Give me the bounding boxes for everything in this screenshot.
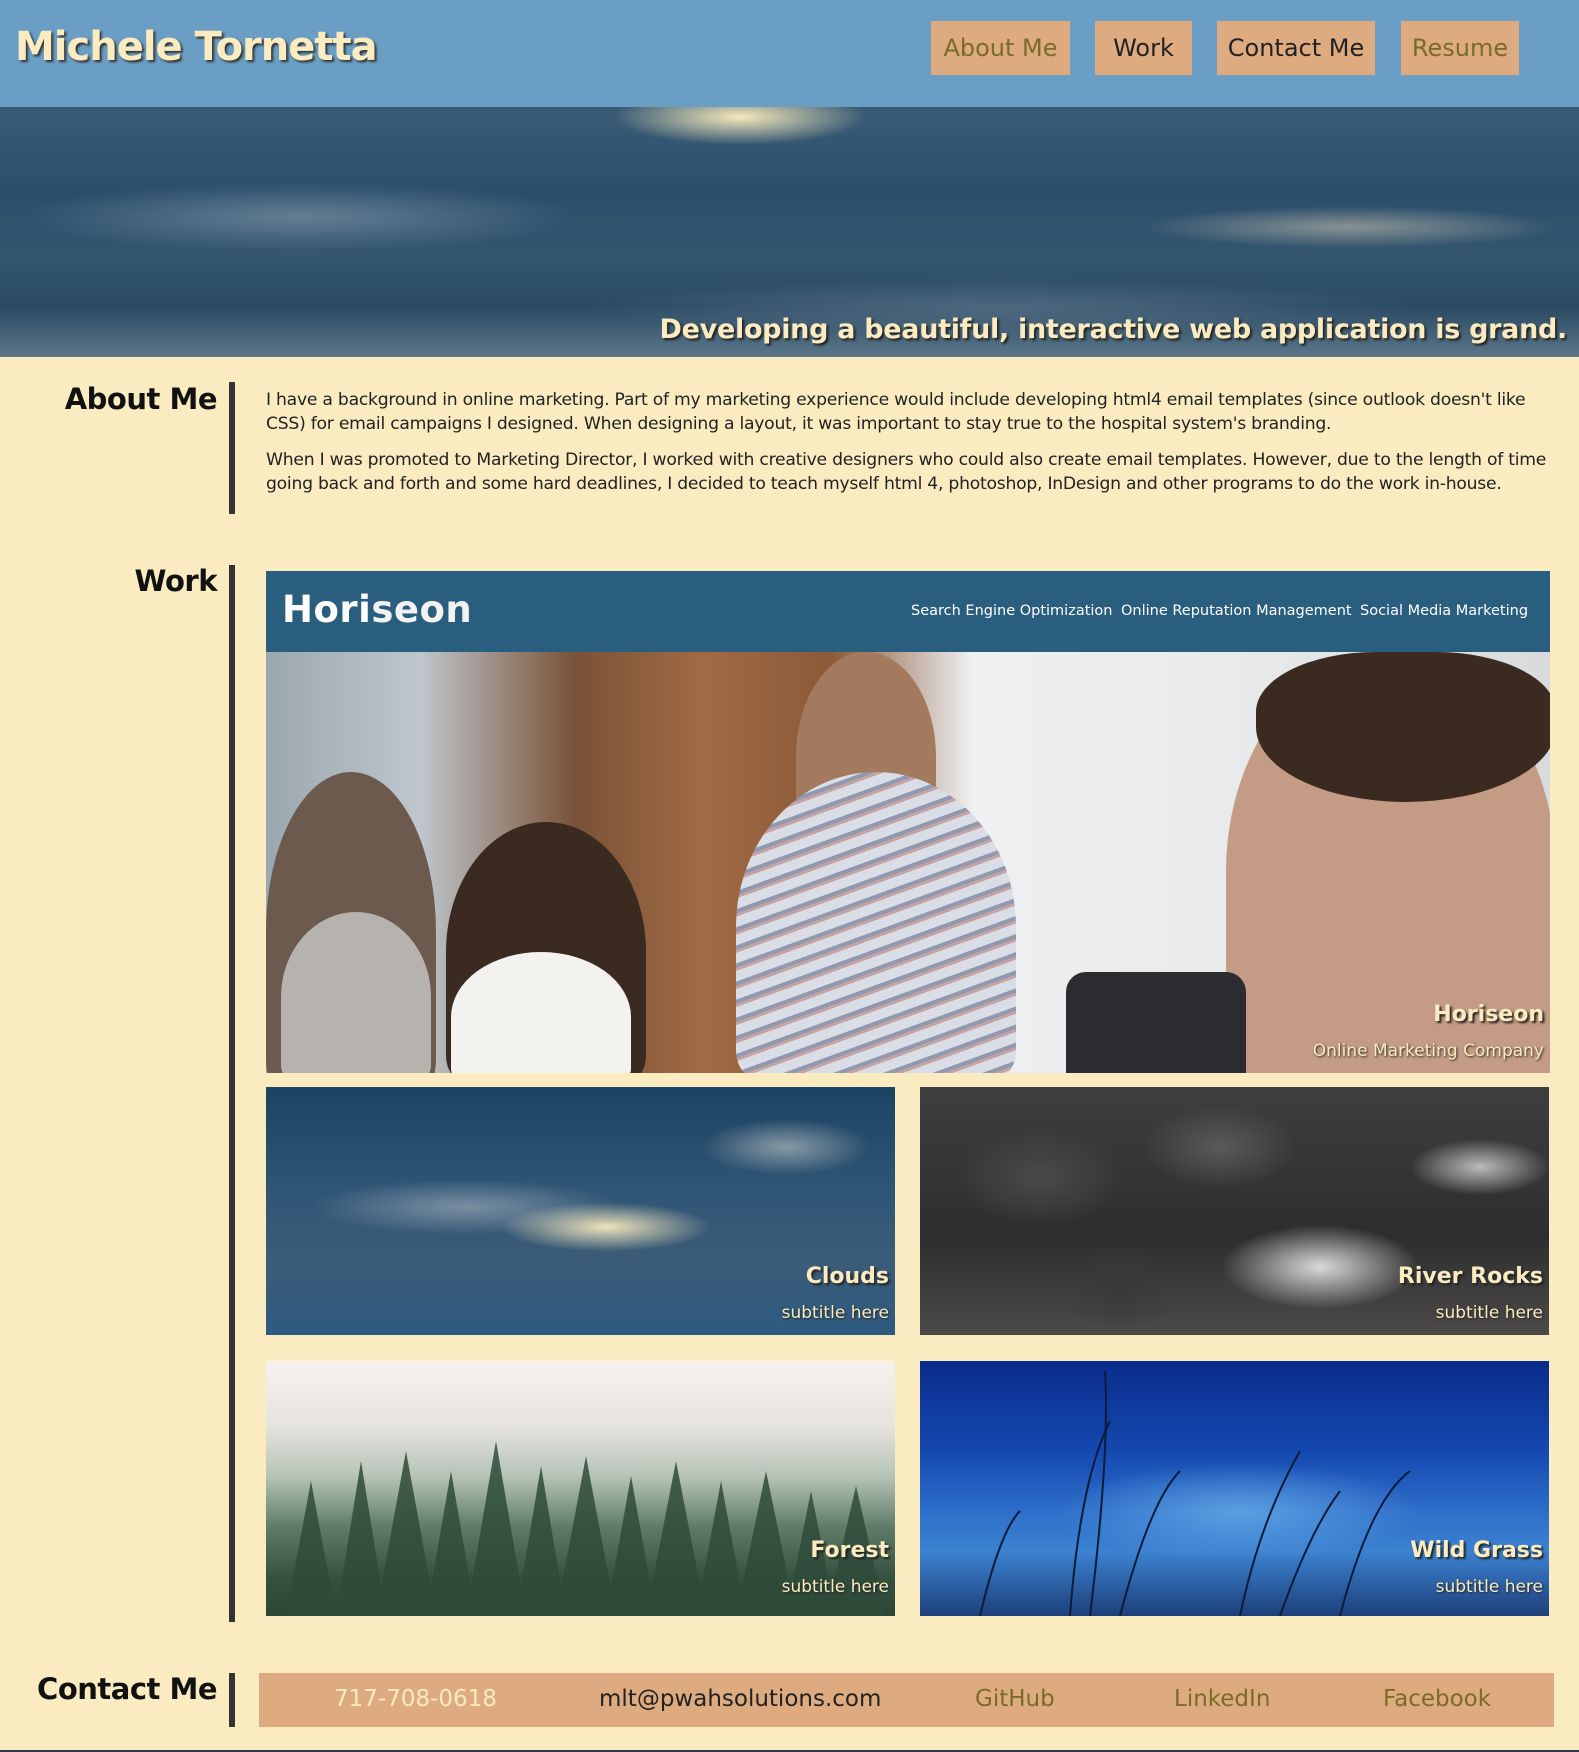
photo-person-4-hair <box>1256 652 1550 802</box>
horiseon-nav-reputation: Online Reputation Management <box>1121 603 1352 619</box>
work-tile-river-rocks[interactable]: River Rocks subtitle here <box>920 1087 1549 1335</box>
hero-tagline: Developing a beautiful, interactive web … <box>659 314 1568 345</box>
work-tile-wild-grass[interactable]: Wild Grass subtitle here <box>920 1361 1549 1616</box>
tile-subtitle: subtitle here <box>1435 1303 1543 1323</box>
photo-chair <box>1066 972 1246 1073</box>
horiseon-title: Horiseon <box>1433 1002 1544 1027</box>
contact-github-link[interactable]: GitHub <box>975 1686 1055 1712</box>
work-tile-forest[interactable]: Forest subtitle here <box>266 1361 895 1616</box>
horiseon-logo: Horiseon <box>282 588 472 631</box>
tile-subtitle: subtitle here <box>781 1577 889 1597</box>
horiseon-logo-accent: seon <box>371 588 473 631</box>
hero-banner: Developing a beautiful, interactive web … <box>0 107 1579 357</box>
horiseon-subtitle: Online Marketing Company <box>1312 1041 1544 1061</box>
site-header: Michele Tornetta About Me Work Contact M… <box>0 0 1579 107</box>
contact-email-link[interactable]: mlt@pwahsolutions.com <box>599 1686 881 1712</box>
photo-person-3-shirt <box>736 772 1016 1073</box>
work-tile-clouds[interactable]: Clouds subtitle here <box>266 1087 895 1335</box>
contact-linkedin-link[interactable]: LinkedIn <box>1174 1686 1270 1712</box>
nav-work[interactable]: Work <box>1095 21 1192 75</box>
nav-about-me[interactable]: About Me <box>931 21 1070 75</box>
about-section-title: About Me <box>64 382 218 416</box>
contact-phone-link[interactable]: 717-708-0618 <box>334 1686 497 1712</box>
work-section-title: Work <box>134 564 218 598</box>
work-divider <box>229 565 235 1622</box>
tile-title: River Rocks <box>1397 1264 1543 1289</box>
contact-facebook-link[interactable]: Facebook <box>1383 1686 1491 1712</box>
horiseon-team-photo: Horiseon Online Marketing Company <box>266 652 1550 1073</box>
work-featured-horiseon[interactable]: Horiseon Search Engine Optimization Onli… <box>266 571 1550 1073</box>
tile-subtitle: subtitle here <box>1435 1577 1543 1597</box>
tile-title: Wild Grass <box>1410 1538 1543 1563</box>
tile-subtitle: subtitle here <box>781 1303 889 1323</box>
horiseon-header-bar: Horiseon Search Engine Optimization Onli… <box>266 571 1550 652</box>
tile-title: Clouds <box>805 1264 889 1289</box>
contact-bar: 717-708-0618 mlt@pwahsolutions.com GitHu… <box>259 1673 1554 1727</box>
contact-divider <box>229 1673 235 1727</box>
photo-person-2-shirt <box>451 952 631 1073</box>
nav-contact-me[interactable]: Contact Me <box>1217 21 1375 75</box>
horiseon-nav-seo: Search Engine Optimization <box>911 603 1113 619</box>
tile-title: Forest <box>810 1538 889 1563</box>
about-paragraph-1: I have a background in online marketing.… <box>266 390 1526 434</box>
photo-person-1-shirt <box>281 912 431 1073</box>
about-divider <box>229 382 235 514</box>
horiseon-nav-social: Social Media Marketing <box>1360 603 1529 619</box>
site-title: Michele Tornetta <box>15 24 378 70</box>
about-paragraph-2: When I was promoted to Marketing Directo… <box>266 450 1547 494</box>
contact-section-title: Contact Me <box>37 1672 217 1706</box>
horiseon-logo-main: Hori <box>282 588 372 631</box>
nav-resume[interactable]: Resume <box>1401 21 1519 75</box>
